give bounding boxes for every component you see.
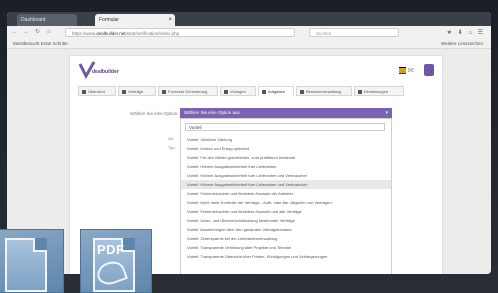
home-icon[interactable]: ⌂ (47, 29, 51, 36)
nav-item-contracts[interactable]: Verträge (118, 86, 156, 96)
dropdown-option[interactable]: Vorteil: Transparente Verlinkung aller P… (181, 243, 391, 252)
main-nav: Übersicht Verträge Formular Generierung … (78, 86, 434, 96)
nav-item-templates[interactable]: Vorlagen (220, 86, 256, 96)
pdf-label: PDF (97, 242, 125, 257)
language-label: DE (407, 67, 414, 73)
bookmarks-right[interactable]: Weitere Lesezeichen (441, 39, 483, 48)
dropdown-option[interactable]: Vorteil: Höhere Ausgabesicherheit fuer L… (181, 162, 391, 171)
nav-item-users[interactable]: Benutzerverwaltung (296, 86, 352, 96)
document-page (5, 238, 47, 292)
search-input[interactable]: Suchen (309, 28, 399, 37)
home-icon (82, 90, 86, 94)
task-icon (262, 90, 266, 94)
dropdown-option[interactable]: Vorteil: Nicht mehr Kontrolle der Verträ… (181, 198, 391, 207)
nav-item-generation[interactable]: Formular Generierung (158, 86, 218, 96)
dropdown-option[interactable]: Vorteil: Für den Mieter geschrieben, zum… (181, 153, 391, 162)
language-switch[interactable]: DE (398, 67, 414, 74)
dropdown-option[interactable]: Vorteil: Auswertungen über den gesamten … (181, 225, 391, 234)
user-icon (300, 90, 304, 94)
file-icon (122, 90, 126, 94)
filter-input[interactable]: Vorteil (185, 123, 385, 131)
address-domain: dealbuilder.net (96, 31, 126, 36)
address-input[interactable]: https://www.dealbuilder.net/start/verifi… (65, 28, 295, 37)
user-menu-button[interactable] (424, 64, 434, 76)
forward-icon[interactable]: → (23, 29, 29, 36)
pdf-icon[interactable]: PDF (80, 229, 152, 293)
dropdown-option-highlighted[interactable]: Vorteil: Höhere Ausgabesicherheit fuer L… (181, 180, 391, 189)
logo-text: dealbuilder (92, 69, 119, 75)
search-placeholder: Suchen (316, 31, 332, 36)
dropdown-option[interactable]: Vorteil: Kosten und Ertrag optimiert (181, 144, 391, 153)
nav-label: Einstellungen (364, 89, 389, 94)
dropdown-option[interactable]: Vorteil: Höhere Ausgabesicherheit fuer L… (181, 171, 391, 180)
flag-icon (398, 67, 406, 74)
nav-item-overview[interactable]: Übersicht (78, 86, 116, 96)
nav-label: Benutzerverwaltung (306, 89, 342, 94)
select-value: Wählen Sie eine Option aus (184, 110, 240, 115)
template-icon (224, 90, 228, 94)
back-icon[interactable]: ← (12, 29, 18, 36)
nav-label: Aufgaben (268, 89, 286, 94)
nav-label: Verträge (128, 89, 144, 94)
nav-label: Übersicht (88, 89, 105, 94)
address-path: /start/verification/index.php (125, 31, 180, 36)
tab-dashboard[interactable]: Dashboard (17, 14, 77, 26)
dropdown-option[interactable]: Vorteil: Transparente Übersicht über Fri… (181, 252, 391, 261)
tab-bar: Dashboard Formular × (7, 12, 491, 26)
option-select[interactable]: Wählen Sie eine Option aus ▾ (180, 108, 392, 118)
dropdown-option[interactable]: Vorteil: Fehlerreduzierte und flexiblere… (181, 189, 391, 198)
dropdown-option[interactable]: Vorteil: Unter- und Überverschlüsselung … (181, 216, 391, 225)
side-label: Art: (168, 136, 175, 141)
dropdown-option[interactable]: Vorteil: Zeitersparnis bei der Lieferant… (181, 234, 391, 243)
reload-icon[interactable]: ↻ (35, 29, 40, 36)
tab-label: Dashboard (21, 17, 46, 23)
nav-label: Formular Generierung (168, 89, 208, 94)
close-icon[interactable]: × (168, 14, 172, 26)
gear-icon (162, 90, 166, 94)
form-label: Wählen Sie eine Option (130, 111, 178, 116)
document-icon[interactable] (0, 229, 64, 293)
toolbar-icons[interactable]: ★ ⬇ ⌂ ☰ (447, 29, 485, 36)
monitor-frame: Dashboard Formular × ← → ↻ ⌂ https://www… (0, 0, 498, 293)
tab-label: Formular (99, 17, 120, 23)
side-label: Typ: (168, 145, 176, 150)
address-prefix: https://www. (72, 31, 97, 36)
nav-item-tasks[interactable]: Aufgaben (258, 86, 294, 96)
tab-formular[interactable]: Formular × (95, 14, 175, 26)
dropdown-option[interactable]: Vorteil: Jährliche Zahlung (181, 135, 391, 144)
filter-value: Vorteil (189, 125, 202, 130)
nav-label: Vorlagen (230, 89, 246, 94)
nav-item-settings[interactable]: Einstellungen (354, 86, 404, 96)
settings-icon (358, 90, 362, 94)
url-bar: ← → ↻ ⌂ https://www.dealbuilder.net/star… (7, 26, 491, 40)
option-dropdown: Vorteil Vorteil: Jährliche Zahlung Vorte… (180, 118, 392, 274)
bookmarks-bar: Meistbesucht Erste Schritte Weitere Lese… (7, 39, 491, 49)
bookmarks-left[interactable]: Meistbesucht Erste Schritte (13, 39, 68, 48)
dropdown-option[interactable]: Vorteil: Fehlerreduzierte und flexiblere… (181, 207, 391, 216)
chevron-down-icon: ▾ (385, 110, 388, 116)
page-fold (33, 238, 47, 252)
